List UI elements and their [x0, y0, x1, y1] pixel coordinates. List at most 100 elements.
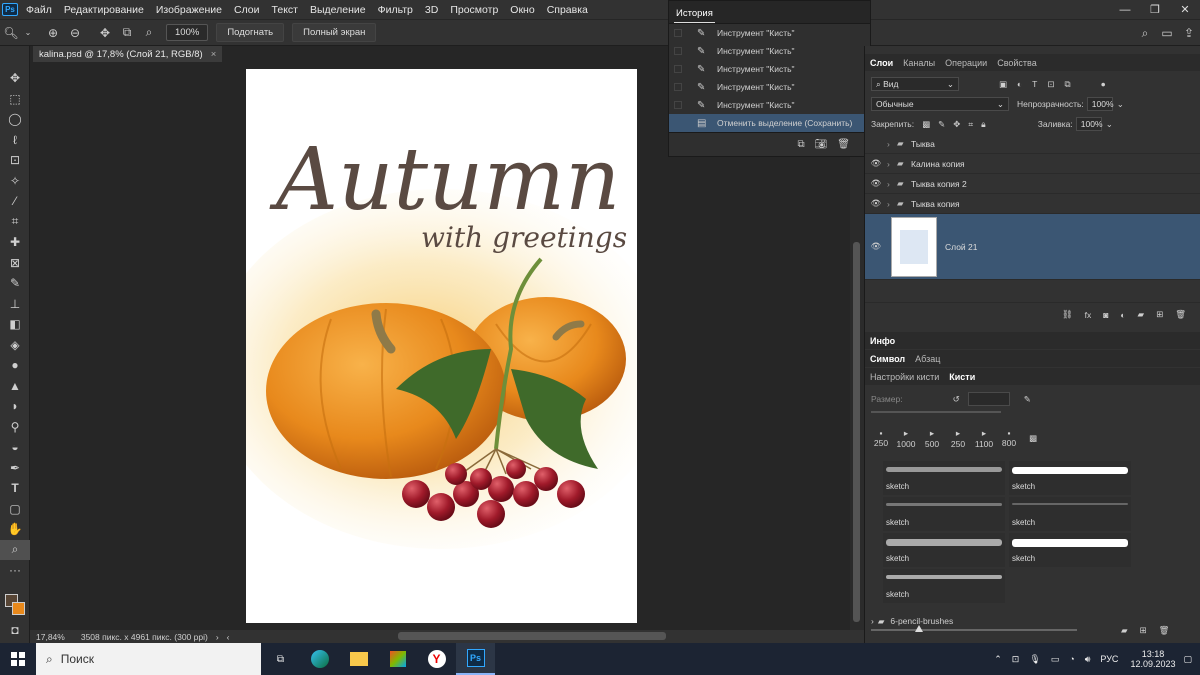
eyedropper-icon[interactable]: ⁄ — [0, 191, 30, 212]
chevron-up-icon[interactable]: ⌃ — [994, 654, 1002, 665]
eye-icon[interactable]: 👁︎ — [865, 158, 887, 169]
quick-mask-icon[interactable]: ◘ — [0, 620, 30, 641]
object-select-icon[interactable]: ⊡ — [0, 150, 30, 171]
zoom-out-icon[interactable]: ⊖ — [64, 22, 86, 44]
minimize-icon[interactable]: — — [1110, 0, 1140, 19]
snapshot-camera-icon[interactable]: 📷︎ — [815, 139, 828, 150]
trash-icon[interactable]: 🗑︎ — [1175, 309, 1186, 320]
tab-character[interactable]: Символ — [865, 354, 910, 364]
lock-pixels-icon[interactable]: ✎ — [938, 119, 945, 130]
eye-icon[interactable]: 👁︎ — [865, 198, 887, 209]
zoom-in-icon[interactable]: ⊕ — [42, 22, 64, 44]
tab-properties[interactable]: Свойства — [992, 58, 1042, 68]
chevron-left-icon[interactable]: ‹ — [227, 632, 230, 642]
history-entry[interactable]: ✎ Инструмент "Кисть" — [669, 60, 870, 78]
brush-preset[interactable]: ▪ 800 — [999, 428, 1019, 448]
workspace-icon[interactable]: ▭ — [1156, 22, 1178, 44]
fill-tool-icon[interactable]: ◈ — [0, 335, 30, 356]
tab-brush-settings[interactable]: Настройки кисти — [865, 372, 944, 382]
history-entry[interactable]: ✎ Инструмент "Кисть" — [669, 42, 870, 60]
menu-3d[interactable]: 3D — [419, 4, 444, 16]
microphone-icon[interactable]: 🎙︎ — [1029, 654, 1040, 665]
lock-all-icon[interactable]: 🔒︎ — [981, 119, 986, 130]
brush-tool-icon[interactable]: ✎ — [0, 273, 30, 294]
stamp-tool-icon[interactable]: ⊥ — [0, 294, 30, 315]
opacity-field[interactable]: 100% — [1086, 97, 1114, 111]
lock-transparent-icon[interactable]: ▩ — [922, 119, 930, 130]
restore-icon[interactable]: ❐ — [1140, 0, 1170, 19]
edge-browser-icon[interactable] — [300, 643, 339, 675]
new-brush-icon[interactable]: ⊞ — [1140, 625, 1147, 636]
shape-tool-icon[interactable]: ▢ — [0, 499, 30, 520]
yandex-browser-icon[interactable]: Y — [417, 643, 456, 675]
history-entry-selected[interactable]: ▤ Отменить выделение (Сохранить) — [669, 114, 870, 132]
layer-row[interactable]: › ▰ Тыква — [865, 134, 1200, 154]
filter-shape-icon[interactable]: ⊡ — [1047, 79, 1054, 90]
status-zoom[interactable]: 17,84% — [36, 632, 65, 642]
background-color-swatch[interactable] — [12, 602, 25, 615]
clock[interactable]: 13:18 12.09.2023 — [1130, 649, 1175, 669]
history-entry[interactable]: ✎ Инструмент "Кисть" — [669, 78, 870, 96]
crop-tool-icon[interactable]: ⌗ — [0, 212, 30, 233]
brush-preset-texture[interactable]: ▩ — [1023, 433, 1043, 444]
store-icon[interactable] — [378, 643, 417, 675]
new-document-from-state-icon[interactable]: ⧉ — [797, 139, 804, 150]
fullscreen-button[interactable]: Полный экран — [292, 23, 377, 42]
brush-preset[interactable]: ▸ 1000 — [895, 428, 917, 449]
tab-actions[interactable]: Операции — [940, 58, 992, 68]
tab-brushes[interactable]: Кисти — [944, 372, 980, 382]
brush-item[interactable]: sketch — [883, 497, 1005, 531]
layer-filter-select[interactable]: ⌕ Вид ⌄ — [871, 77, 959, 91]
menu-layers[interactable]: Слои — [228, 4, 266, 16]
tab-paragraph[interactable]: Абзац — [910, 354, 945, 364]
menu-view[interactable]: Просмотр — [444, 4, 504, 16]
brush-preset[interactable]: ▸ 250 — [947, 428, 969, 449]
chevron-down-icon[interactable]: ⌄ — [22, 22, 34, 44]
reset-icon[interactable]: ↺ — [953, 394, 960, 405]
new-layer-icon[interactable]: ⊞ — [1156, 309, 1163, 320]
brush-preset[interactable]: ▸ 500 — [921, 428, 943, 449]
menu-help[interactable]: Справка — [541, 4, 594, 16]
trash-icon[interactable]: 🗑︎ — [1159, 625, 1170, 636]
healing-brush-icon[interactable]: ✚ — [0, 232, 30, 253]
dodge-tool-icon[interactable]: ◗ — [0, 396, 30, 417]
task-view-icon[interactable]: ⧉ — [261, 643, 300, 675]
eye-icon[interactable]: 👁︎ — [865, 241, 887, 252]
filter-type-icon[interactable]: T — [1032, 79, 1037, 89]
layer-row[interactable]: 👁︎ › ▰ Тыква копия — [865, 194, 1200, 214]
brush-item[interactable]: sketch — [1009, 497, 1131, 531]
menu-file[interactable]: Файл — [20, 4, 58, 16]
scrubby-zoom-icon[interactable]: ⌕ — [138, 22, 160, 44]
zoom-tool-icon[interactable]: ⌕ — [0, 539, 30, 560]
network-icon[interactable]: ◔ — [1069, 654, 1074, 664]
volume-icon[interactable]: 🔊︎ — [1085, 654, 1091, 665]
lasso-tool-icon[interactable]: ℓ — [0, 130, 30, 151]
fill-field[interactable]: 100% — [1075, 117, 1103, 131]
notifications-icon[interactable]: ▢ — [1183, 654, 1192, 665]
tab-layers[interactable]: Слои — [865, 58, 898, 68]
marquee-tool-icon[interactable]: ⬚ — [0, 89, 30, 110]
tab-info[interactable]: Инфо — [865, 336, 900, 346]
hscroll-thumb[interactable] — [398, 632, 666, 640]
resize-windows-icon[interactable]: ✥ — [94, 22, 116, 44]
artboard[interactable]: Autumn with greetings — [246, 69, 637, 623]
layer-row-selected[interactable]: 👁︎ Слой 21 — [865, 214, 1200, 280]
vscroll-thumb[interactable] — [853, 242, 860, 622]
menu-image[interactable]: Изображение — [150, 4, 228, 16]
filter-toggle-icon[interactable]: ● — [1101, 79, 1106, 89]
battery-icon[interactable]: ▭ — [1051, 654, 1060, 665]
smudge-tool-icon[interactable]: ⚲ — [0, 417, 30, 438]
blur-tool-icon[interactable]: ● — [0, 355, 30, 376]
brush-preset[interactable]: ▪ 250 — [871, 428, 891, 448]
hand-tool-icon[interactable]: ✋ — [0, 519, 30, 540]
new-group-icon[interactable]: ▰ — [1138, 309, 1145, 320]
fit-screen-button[interactable]: Подогнать — [216, 23, 285, 42]
photoshop-taskbar-icon[interactable]: Ps — [456, 643, 495, 675]
language-indicator[interactable]: РУС — [1100, 654, 1118, 664]
eye-icon[interactable]: 👁︎ — [865, 178, 887, 189]
lock-position-icon[interactable]: ✥ — [953, 119, 960, 130]
close-icon[interactable]: ✕ — [1170, 0, 1200, 19]
brush-size-slider[interactable] — [871, 411, 1001, 413]
pen-tool-icon[interactable]: ✒ — [0, 458, 30, 479]
brush-preview-slider[interactable] — [871, 625, 1077, 632]
